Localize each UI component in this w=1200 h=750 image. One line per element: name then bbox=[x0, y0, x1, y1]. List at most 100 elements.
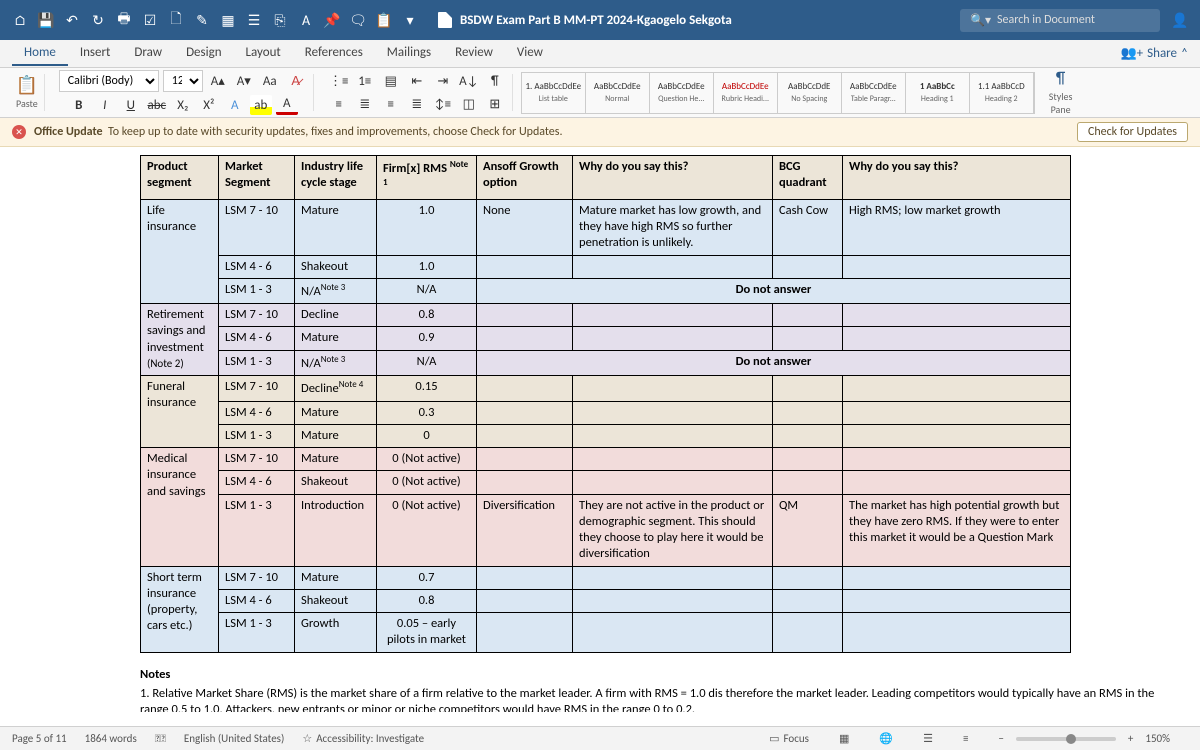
print-icon[interactable]: 🖶 bbox=[116, 12, 132, 28]
user-icon[interactable]: 👤 bbox=[1172, 12, 1188, 28]
table-header: Product segment bbox=[141, 156, 219, 200]
styles-gallery[interactable]: 1. AaBbCcDdEeList tableAaBbCcDdEeNormalA… bbox=[521, 72, 1035, 114]
underline-button[interactable]: U bbox=[120, 95, 142, 115]
paste-icon[interactable]: 📋 bbox=[17, 75, 37, 95]
word-count[interactable]: 1864 words bbox=[85, 732, 137, 745]
bold-button[interactable]: B bbox=[68, 95, 90, 115]
spellcheck-icon[interactable]: 🖉̸ bbox=[155, 732, 166, 745]
change-case-icon[interactable]: Aa bbox=[259, 71, 281, 91]
language-indicator[interactable]: English (United States) bbox=[184, 732, 284, 745]
style-no-spacing[interactable]: AaBbCcDdENo Spacing bbox=[778, 73, 842, 113]
align-right-icon[interactable]: ≡ bbox=[380, 94, 402, 114]
menu-tab-design[interactable]: Design bbox=[174, 41, 233, 66]
subscript-button[interactable]: X₂ bbox=[172, 95, 194, 115]
comment-icon[interactable]: 🗨 bbox=[350, 12, 366, 28]
accessibility-indicator[interactable]: ☆Accessibility: Investigate bbox=[302, 732, 424, 745]
search-input[interactable]: 🔍▾ Search in Document bbox=[960, 9, 1160, 32]
style-normal[interactable]: AaBbCcDdEeNormal bbox=[586, 73, 650, 113]
why1-cell bbox=[573, 376, 773, 401]
inc-indent-icon[interactable]: ⇥ bbox=[432, 71, 454, 91]
why2-cell: The market has high potential growth but… bbox=[843, 494, 1071, 566]
style-question-he-[interactable]: AaBbCcDdEeQuestion He... bbox=[650, 73, 714, 113]
share-button[interactable]: 👥+ Share ˄ bbox=[1120, 46, 1188, 61]
style-table-paragr-[interactable]: AaBbCcDdEeTable Paragr... bbox=[842, 73, 906, 113]
menu-tab-mailings[interactable]: Mailings bbox=[375, 41, 443, 66]
strike-button[interactable]: abc bbox=[146, 95, 168, 115]
menu-tab-review[interactable]: Review bbox=[443, 41, 505, 66]
rms-cell: 0.3 bbox=[377, 401, 477, 424]
focus-icon: ▭ bbox=[769, 732, 779, 745]
clear-format-icon[interactable]: A̷ bbox=[285, 71, 307, 91]
bcg-cell bbox=[773, 589, 843, 612]
paragraph-mark-icon[interactable]: ¶ bbox=[484, 71, 506, 91]
align-center-icon[interactable]: ≣ bbox=[354, 94, 376, 114]
justify-icon[interactable]: ≣ bbox=[406, 94, 428, 114]
menu-tab-view[interactable]: View bbox=[505, 41, 555, 66]
style-heading-1[interactable]: 1 AaBbCcHeading 1 bbox=[906, 73, 970, 113]
align-left-icon[interactable]: ≡ bbox=[328, 94, 350, 114]
close-icon[interactable]: ✕ bbox=[12, 125, 26, 139]
borders-icon[interactable]: ⊞ bbox=[484, 94, 506, 114]
copy-icon[interactable]: ⎘ bbox=[272, 12, 288, 28]
shrink-font-icon[interactable]: A▾ bbox=[233, 71, 255, 91]
focus-mode-button[interactable]: ▭Focus bbox=[769, 732, 809, 745]
check-updates-button[interactable]: Check for Updates bbox=[1077, 122, 1188, 142]
pen-icon[interactable]: ✎ bbox=[194, 12, 210, 28]
menu-tab-layout[interactable]: Layout bbox=[234, 41, 293, 66]
menu-tab-references[interactable]: References bbox=[293, 41, 375, 66]
stage-cell: Growth bbox=[295, 613, 377, 653]
sort-icon[interactable]: A↓ bbox=[458, 71, 480, 91]
stage-cell: DeclineNote 4 bbox=[295, 376, 377, 401]
new-file-icon[interactable]: 🗋 bbox=[168, 12, 184, 28]
undo-icon[interactable]: ↶ bbox=[64, 12, 80, 28]
outline-icon[interactable]: ☰ bbox=[923, 732, 933, 745]
web-layout-icon[interactable]: 🌐 bbox=[879, 732, 893, 745]
down-icon[interactable]: ▾ bbox=[402, 12, 418, 28]
text-icon[interactable]: A bbox=[298, 12, 314, 28]
check-icon[interactable]: ☑ bbox=[142, 12, 158, 28]
bcg-cell: Cash Cow bbox=[773, 199, 843, 255]
grow-font-icon[interactable]: A▴ bbox=[207, 71, 229, 91]
rms-cell: 1.0 bbox=[377, 199, 477, 255]
menu-tab-draw[interactable]: Draw bbox=[122, 41, 174, 66]
why2-cell bbox=[843, 255, 1071, 278]
redo-icon[interactable]: ↻ bbox=[90, 12, 106, 28]
line-spacing-icon[interactable]: ↕≡ bbox=[432, 94, 454, 114]
style-heading-2[interactable]: 1.1 AaBbCcDHeading 2 bbox=[970, 73, 1034, 113]
style-list-table[interactable]: 1. AaBbCcDdEeList table bbox=[522, 73, 586, 113]
menu-tab-insert[interactable]: Insert bbox=[68, 41, 123, 66]
home-icon[interactable]: ⌂ bbox=[12, 12, 28, 28]
zoom-level[interactable]: 150% bbox=[1145, 732, 1170, 745]
font-color-icon[interactable]: A bbox=[276, 95, 298, 115]
styles-pane-icon[interactable]: ¶ bbox=[1051, 69, 1071, 88]
page-indicator[interactable]: Page 5 of 11 bbox=[12, 732, 67, 745]
draft-icon[interactable]: ≡ bbox=[963, 732, 968, 745]
save-icon[interactable]: 💾 bbox=[38, 12, 54, 28]
grid-icon[interactable]: ▦ bbox=[220, 12, 236, 28]
document-canvas[interactable]: Product segmentMarket SegmentIndustry li… bbox=[0, 147, 1200, 712]
styles-pane-group[interactable]: ¶ Styles Pane bbox=[1043, 74, 1079, 111]
print-layout-icon[interactable]: ▦ bbox=[839, 732, 849, 745]
zoom-out-button[interactable]: − bbox=[998, 732, 1003, 745]
text-effects-icon[interactable]: A bbox=[224, 95, 246, 115]
italic-button[interactable]: I bbox=[94, 95, 116, 115]
dec-indent-icon[interactable]: ⇤ bbox=[406, 71, 428, 91]
highlight-icon[interactable]: ab bbox=[250, 95, 272, 115]
segment-cell: LSM 7 - 10 bbox=[219, 566, 295, 589]
clipboard-icon[interactable]: 📋 bbox=[376, 12, 392, 28]
rms-cell: 0.9 bbox=[377, 327, 477, 350]
font-name-select[interactable]: Calibri (Body) bbox=[59, 70, 159, 92]
pin-icon[interactable]: 📌 bbox=[324, 12, 340, 28]
bullets-icon[interactable]: ⋮≡ bbox=[328, 71, 350, 91]
superscript-button[interactable]: X² bbox=[198, 95, 220, 115]
style-rubric-headi-[interactable]: AaBbCcDdEeRubric Headi... bbox=[714, 73, 778, 113]
zoom-in-button[interactable]: + bbox=[1128, 732, 1133, 745]
font-size-select[interactable]: 12 bbox=[163, 70, 203, 92]
list-icon[interactable]: ☰ bbox=[246, 12, 262, 28]
shading-icon[interactable]: ◫ bbox=[458, 94, 480, 114]
menu-tab-home[interactable]: Home bbox=[12, 41, 68, 66]
numbering-icon[interactable]: 1≡ bbox=[354, 71, 376, 91]
analysis-table[interactable]: Product segmentMarket SegmentIndustry li… bbox=[140, 155, 1071, 653]
multilevel-icon[interactable]: ▤ bbox=[380, 71, 402, 91]
zoom-slider[interactable] bbox=[1016, 737, 1116, 741]
